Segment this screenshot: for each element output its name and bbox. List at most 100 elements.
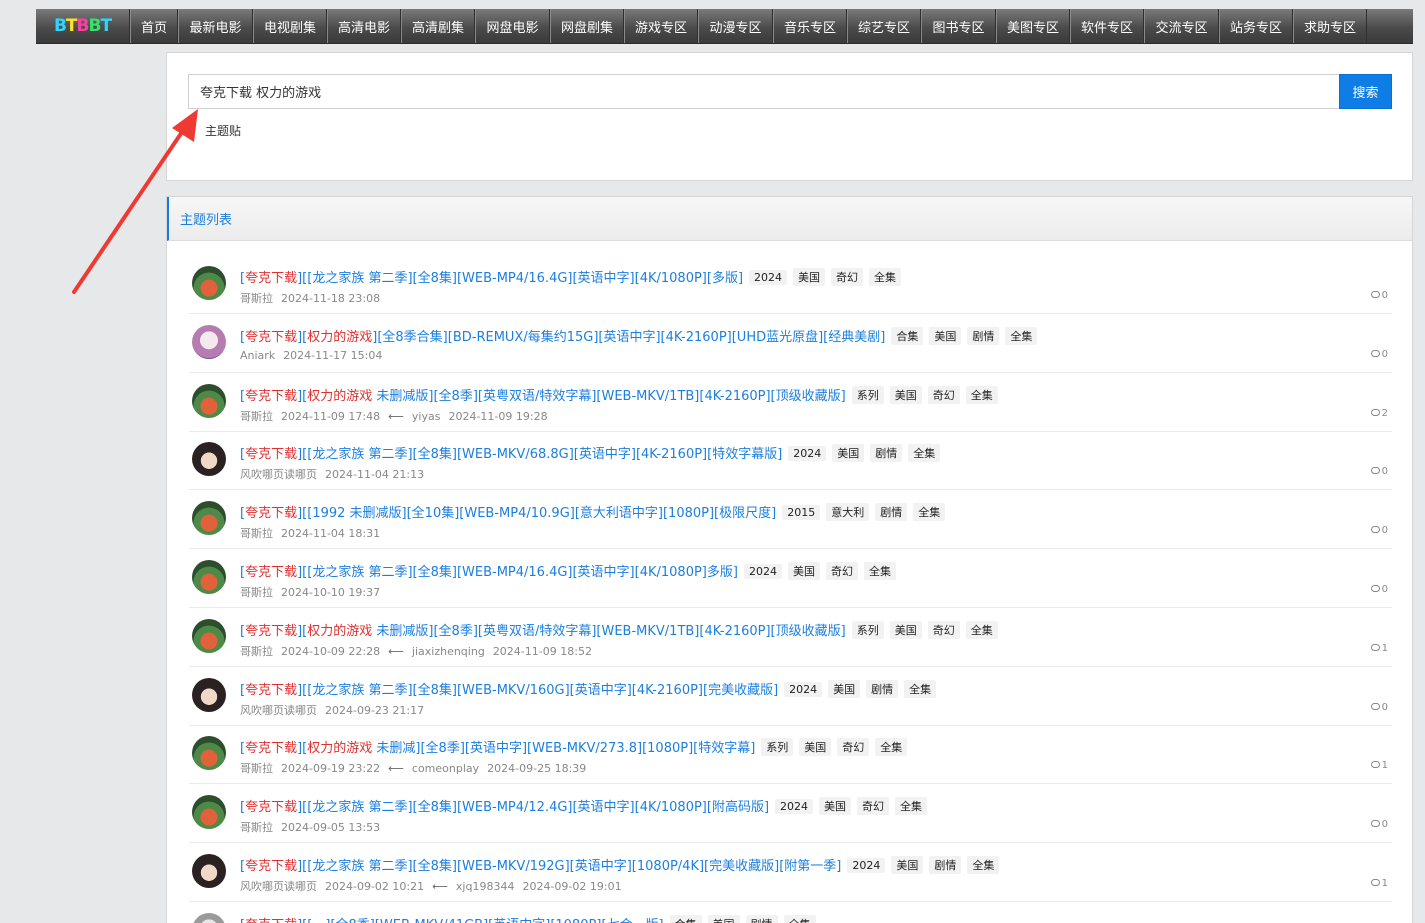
nav-item-2[interactable]: 电视剧集 — [253, 9, 327, 43]
nav-item-10[interactable]: 综艺专区 — [847, 9, 921, 43]
thread-source-tag[interactable]: 夸克下载 — [245, 389, 297, 404]
thread-tag-chip[interactable]: 剧情 — [967, 326, 1000, 345]
thread-tag-chip[interactable]: 剧情 — [745, 914, 778, 923]
nav-item-14[interactable]: 交流专区 — [1144, 9, 1219, 43]
last-reply-user[interactable]: xjq198344 — [456, 880, 515, 893]
thread-author[interactable]: 哥斯拉 — [240, 645, 273, 658]
thread-tag-chip[interactable]: 全集 — [967, 856, 1000, 874]
thread-source-tag[interactable]: 夸克下载 — [245, 447, 297, 462]
thread-title[interactable]: [夸克下载][[龙之家族 第二季][全8集][WEB-MP4/12.4G][英语… — [240, 796, 928, 816]
thread-tag-chip[interactable]: 全集 — [965, 385, 998, 404]
thread-author[interactable]: 哥斯拉 — [240, 292, 273, 305]
thread-title[interactable]: [夸克下载][[1992 未删减版][全10集][WEB-MP4/10.9G][… — [240, 502, 946, 522]
thread-author[interactable]: Aniark — [240, 349, 275, 362]
thread-source-tag[interactable]: 夸克下载 — [245, 683, 297, 698]
thread-title[interactable]: [夸克下载][[龙之家族 第二季][全8集][WEB-MP4/16.4G][英语… — [240, 561, 896, 580]
thread-title-rest[interactable]: [龙之家族 第二季][全8集][WEB-MP4/12.4G][英语中字][4K/… — [307, 800, 769, 815]
nav-item-15[interactable]: 站务专区 — [1219, 9, 1293, 43]
thread-source-tag[interactable]: 夸克下载 — [245, 741, 297, 756]
thread-author[interactable]: 哥斯拉 — [240, 410, 273, 423]
thread-keyword-highlight[interactable]: 权力的游戏 — [307, 624, 372, 639]
thread-tag-chip[interactable]: 美国 — [787, 562, 820, 580]
avatar[interactable] — [192, 560, 226, 594]
thread-source-tag[interactable]: 夸克下载 — [245, 859, 297, 874]
thread-title-rest[interactable]: [1992 未删减版][全10集][WEB-MP4/10.9G][意大利语中字]… — [307, 506, 776, 521]
thread-author[interactable]: 哥斯拉 — [240, 821, 273, 834]
last-reply-user[interactable]: yiyas — [412, 410, 441, 423]
thread-title[interactable]: [夸克下载][权力的游戏 未删减][全8季][英语中字][WEB-MKV/273… — [240, 737, 908, 757]
avatar[interactable] — [192, 618, 226, 653]
thread-source-tag[interactable]: 夸克下载 — [245, 330, 297, 345]
thread-source-tag[interactable]: 夸克下载 — [245, 271, 297, 286]
nav-item-6[interactable]: 网盘剧集 — [550, 9, 624, 43]
thread-tag-chip[interactable]: 美国 — [828, 679, 861, 698]
thread-tag-chip[interactable]: 奇幻 — [831, 268, 864, 286]
avatar[interactable] — [192, 912, 226, 923]
nav-item-12[interactable]: 美图专区 — [996, 9, 1070, 43]
thread-tag-chip[interactable]: 2024 — [749, 270, 788, 285]
nav-item-13[interactable]: 软件专区 — [1070, 9, 1144, 43]
thread-tag-chip[interactable]: 美国 — [832, 444, 865, 463]
nav-item-0[interactable]: 首页 — [130, 9, 178, 43]
thread-title-rest[interactable]: [龙之家族 第二季][全8集][WEB-MP4/16.4G][英语中字][4K/… — [307, 271, 743, 286]
thread-tag-chip[interactable]: 2024 — [743, 564, 782, 579]
nav-item-7[interactable]: 游戏专区 — [624, 9, 698, 43]
thread-tag-chip[interactable]: 2024 — [784, 681, 823, 697]
last-reply-user[interactable]: comeonplay — [412, 762, 479, 775]
thread-tag-chip[interactable]: 2024 — [788, 446, 827, 462]
thread-tag-chip[interactable]: 剧情 — [929, 856, 962, 874]
thread-author[interactable]: 哥斯拉 — [240, 586, 273, 599]
thread-tag-chip[interactable]: 奇幻 — [837, 738, 870, 757]
avatar[interactable] — [192, 854, 226, 888]
thread-tag-chip[interactable]: 全集 — [875, 738, 908, 757]
thread-tag-chip[interactable]: 美国 — [799, 738, 832, 757]
avatar[interactable] — [192, 501, 226, 536]
thread-tag-chip[interactable]: 奇幻 — [927, 620, 960, 639]
thread-tag-chip[interactable]: 意大利 — [826, 503, 870, 522]
thread-title-rest[interactable]: [龙之家族 第二季][全8集][WEB-MP4/16.4G][英语中字][4K/… — [307, 565, 738, 580]
nav-item-16[interactable]: 求助专区 — [1293, 9, 1367, 43]
avatar[interactable] — [192, 266, 226, 300]
thread-keyword-highlight[interactable]: 权力的游戏 — [307, 389, 372, 404]
thread-tag-chip[interactable]: 全集 — [895, 797, 928, 816]
thread-tag-chip[interactable]: 全集 — [783, 914, 816, 923]
nav-item-4[interactable]: 高清剧集 — [401, 9, 475, 43]
thread-tag-chip[interactable]: 美国 — [707, 914, 740, 923]
search-scope-label[interactable]: 主题贴 — [205, 122, 241, 139]
nav-item-1[interactable]: 最新电影 — [178, 9, 253, 43]
thread-title[interactable]: [夸克下载][权力的游戏][全8季合集][BD-REMUX/每集约15G][英语… — [240, 326, 1038, 345]
nav-item-11[interactable]: 图书专区 — [921, 9, 996, 43]
thread-tag-chip[interactable]: 全集 — [965, 620, 998, 639]
thread-source-tag[interactable]: 夸克下载 — [245, 565, 297, 580]
thread-title[interactable]: [夸克下载][[龙之家族 第二季][全8集][WEB-MKV/192G][英语中… — [240, 855, 1000, 874]
thread-title-rest[interactable]: 未删减版][全8季][英粤双语/特效字幕][WEB-MKV/1TB][4K-21… — [372, 389, 845, 404]
thread-tag-chip[interactable]: 2015 — [782, 505, 821, 521]
thread-title[interactable]: [夸克下载][[龙之家族 第二季][全8集][WEB-MKV/68.8G][英语… — [240, 443, 941, 463]
thread-tag-chip[interactable]: 全集 — [908, 444, 941, 463]
thread-tag-chip[interactable]: 奇幻 — [927, 385, 960, 404]
nav-item-5[interactable]: 网盘电影 — [475, 9, 550, 43]
thread-tag-chip[interactable]: 奇幻 — [825, 562, 858, 580]
thread-tag-chip[interactable]: 美国 — [891, 856, 924, 874]
thread-tag-chip[interactable]: 全集 — [863, 562, 896, 580]
thread-author[interactable]: 风吹哪页读哪页 — [240, 468, 317, 481]
thread-title-rest[interactable]: [龙之家族 第二季][全8集][WEB-MKV/160G][英语中字][4K-2… — [307, 683, 778, 698]
avatar[interactable] — [192, 383, 226, 418]
thread-title-rest[interactable]: 未删减版][全8季][英粤双语/特效字幕][WEB-MKV/1TB][4K-21… — [372, 624, 845, 639]
thread-source-tag[interactable]: 夸克下载 — [245, 506, 297, 521]
avatar[interactable] — [192, 442, 226, 477]
thread-tag-chip[interactable]: 美国 — [819, 797, 852, 816]
thread-author[interactable]: 哥斯拉 — [240, 762, 273, 775]
avatar[interactable] — [192, 677, 226, 712]
thread-author[interactable]: 风吹哪页读哪页 — [240, 880, 317, 893]
thread-title-rest[interactable]: ][全8季合集][BD-REMUX/每集约15G][英语中字][4K-2160P… — [372, 330, 885, 345]
thread-title-rest[interactable]: [龙之家族 第二季][全8集][WEB-MKV/68.8G][英语中字][4K-… — [307, 447, 782, 462]
thread-tag-chip[interactable]: 合集 — [669, 914, 702, 923]
thread-title[interactable]: [夸克下载][[龙之家族 第二季][全8集][WEB-MP4/16.4G][英语… — [240, 267, 902, 286]
thread-title[interactable]: [夸克下载][[龙之家族 第二季][全8集][WEB-MKV/160G][英语中… — [240, 679, 937, 698]
thread-tag-chip[interactable]: 系列 — [851, 620, 884, 639]
last-reply-user[interactable]: jiaxizhenqing — [412, 645, 485, 658]
thread-source-tag[interactable]: 夸克下载 — [245, 624, 297, 639]
thread-tag-chip[interactable]: 剧情 — [875, 503, 908, 522]
thread-keyword-highlight[interactable]: 权力的游戏 — [307, 330, 372, 345]
